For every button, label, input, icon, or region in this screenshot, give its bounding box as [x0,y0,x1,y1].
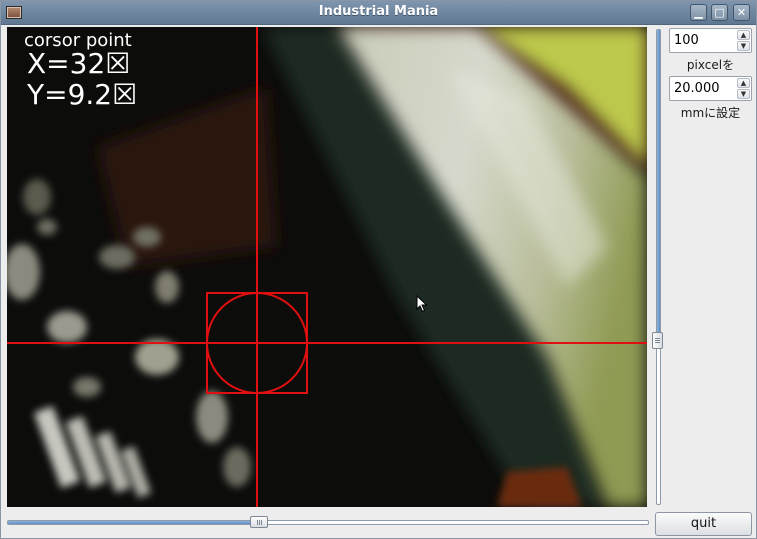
grip-line [259,520,260,525]
horizontal-slider[interactable] [7,515,649,529]
mm-label: mmに設定 [680,106,741,120]
mm-increment-button[interactable]: ▲ [737,78,750,88]
quit-button[interactable]: quit [655,512,752,536]
horizontal-slider-fill [8,521,251,524]
mm-value-input[interactable] [672,79,734,98]
pixel-decrement-button[interactable]: ▼ [737,41,750,51]
x-coordinate-readout: X=32☒ [27,47,131,80]
close-button[interactable]: ✕ [733,4,750,21]
pixel-increment-button[interactable]: ▲ [737,30,750,40]
pixel-label: pixcelを [686,58,735,72]
horizontal-slider-handle[interactable] [250,516,268,528]
y-coordinate-readout: Y=9.2☒ [27,78,138,111]
grip-line [655,338,660,339]
grip-line [655,340,660,341]
mm-spinbox[interactable]: ▲ ▼ [669,76,752,101]
grip-line [261,520,262,525]
app-window: Industrial Mania ▁ □ ✕ corsor point X=32… [0,0,757,539]
mm-decrement-button[interactable]: ▼ [737,89,750,99]
vertical-slider-track[interactable] [656,29,661,505]
vertical-slider-handle[interactable] [652,332,663,349]
pixel-spin-buttons: ▲ ▼ [737,30,750,51]
vertical-slider-fill [657,30,660,333]
title-bar[interactable]: Industrial Mania ▁ □ ✕ [1,1,756,25]
window-title: Industrial Mania [318,4,439,19]
mm-spin-buttons: ▲ ▼ [737,78,750,99]
maximize-button[interactable]: □ [711,4,728,21]
pixel-value-input[interactable] [672,31,734,50]
mouse-pointer-icon [416,295,428,313]
pixel-spinbox[interactable]: ▲ ▼ [669,28,752,53]
minimize-button[interactable]: ▁ [690,4,707,21]
camera-view[interactable]: corsor point X=32☒ Y=9.2☒ [7,27,647,507]
horizontal-slider-track[interactable] [7,520,649,525]
vertical-slider[interactable] [652,29,663,505]
grip-line [655,342,660,343]
grip-line [257,520,258,525]
